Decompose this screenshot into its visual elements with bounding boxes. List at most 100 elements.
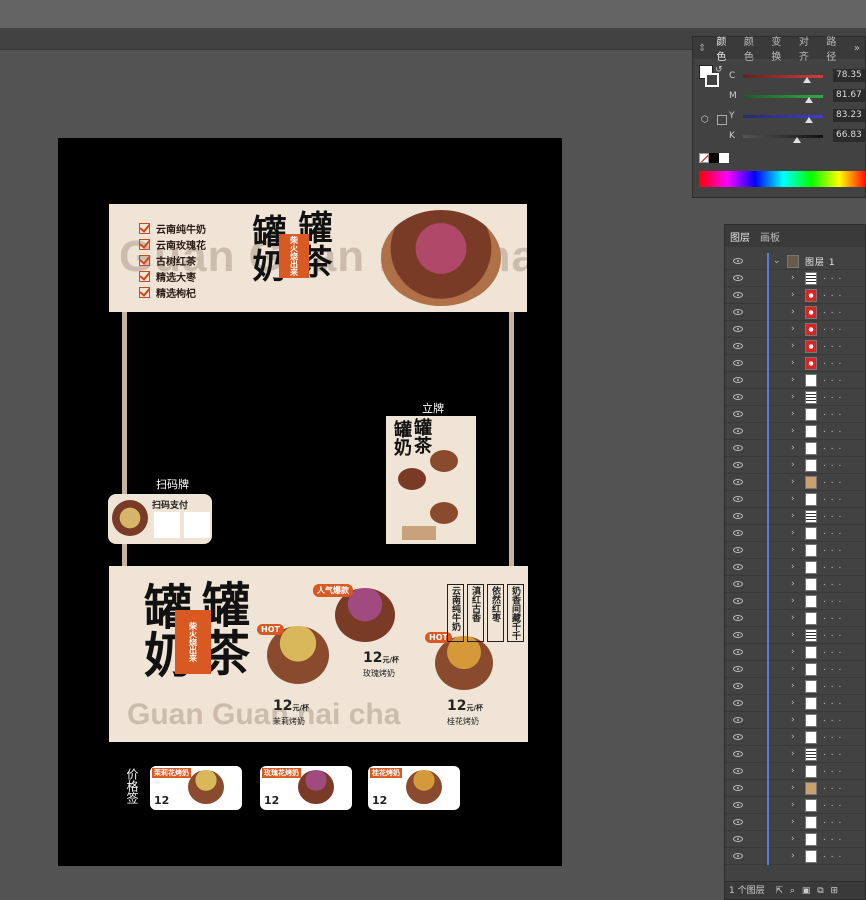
chevron-right-icon[interactable]: › [791, 766, 795, 776]
layer-name-truncated[interactable]: . . . [823, 748, 842, 758]
layer-row-top[interactable]: ⌄ 图层 1 [725, 253, 865, 270]
visibility-eye-icon[interactable] [733, 411, 743, 417]
visibility-eye-icon[interactable] [733, 700, 743, 706]
chevron-right-icon[interactable]: › [791, 817, 795, 827]
visibility-eye-icon[interactable] [733, 615, 743, 621]
chevron-right-icon[interactable]: › [791, 409, 795, 419]
layer-name-truncated[interactable]: . . . [823, 663, 842, 673]
layer-name-truncated[interactable]: . . . [823, 799, 842, 809]
none-swatch[interactable] [699, 153, 709, 163]
counter-front[interactable]: Guan Guan nai cha 罐奶 罐茶 柴火烧出来 HOT 人气爆款 H… [109, 566, 528, 742]
layer-name-truncated[interactable]: . . . [823, 578, 842, 588]
layer-name-truncated[interactable]: . . . [823, 340, 842, 350]
tab-transform[interactable]: 变换 [766, 33, 794, 63]
chevron-right-icon[interactable]: › [791, 562, 795, 572]
slider-track[interactable] [743, 135, 823, 138]
layer-name-truncated[interactable]: . . . [823, 442, 842, 452]
layer-row[interactable]: › . . . [725, 695, 865, 712]
layer-name-truncated[interactable]: . . . [823, 391, 842, 401]
slider-thumb[interactable] [793, 137, 801, 143]
color-panel[interactable]: ⇕ 颜色 颜色 变换 对齐 路径 » ↺ ⬡ C 78.35 M 81.67 Y… [692, 36, 866, 198]
layer-row[interactable]: › . . . [725, 406, 865, 423]
top-banner[interactable]: Guan Guan nai cha 云南纯牛奶 云南玫瑰花 古树红茶 精选大枣 … [109, 204, 527, 312]
visibility-eye-icon[interactable] [733, 479, 743, 485]
visibility-eye-icon[interactable] [733, 802, 743, 808]
visibility-eye-icon[interactable] [733, 377, 743, 383]
chevron-right-icon[interactable]: › [791, 307, 795, 317]
layer-name-truncated[interactable]: . . . [823, 527, 842, 537]
layer-name-truncated[interactable]: . . . [823, 680, 842, 690]
visibility-eye-icon[interactable] [733, 309, 743, 315]
visibility-eye-icon[interactable] [733, 666, 743, 672]
visibility-eye-icon[interactable] [733, 428, 743, 434]
chevron-right-icon[interactable]: › [791, 528, 795, 538]
layer-row[interactable]: › . . . [725, 440, 865, 457]
chevron-right-icon[interactable]: › [791, 834, 795, 844]
visibility-eye-icon[interactable] [733, 768, 743, 774]
layer-row[interactable]: › . . . [725, 559, 865, 576]
black-swatch[interactable] [709, 153, 719, 163]
chevron-right-icon[interactable]: › [791, 341, 795, 351]
visibility-eye-icon[interactable] [733, 462, 743, 468]
chevron-right-icon[interactable]: › [791, 375, 795, 385]
layer-row[interactable]: › . . . [725, 389, 865, 406]
visibility-eye-icon[interactable] [733, 751, 743, 757]
layer-name-truncated[interactable]: . . . [823, 510, 842, 520]
visibility-eye-icon[interactable] [733, 292, 743, 298]
current-color-swatch[interactable] [717, 115, 727, 125]
m-value-field[interactable]: 81.67 [833, 89, 866, 102]
tab-color[interactable]: 颜色 [711, 33, 739, 63]
visibility-eye-icon[interactable] [733, 649, 743, 655]
visibility-eye-icon[interactable] [733, 836, 743, 842]
chevron-right-icon[interactable]: › [791, 290, 795, 300]
layer-name-truncated[interactable]: . . . [823, 425, 842, 435]
white-swatch[interactable] [719, 153, 729, 163]
visibility-eye-icon[interactable] [733, 496, 743, 502]
visibility-eye-icon[interactable] [733, 819, 743, 825]
layer-row[interactable]: › . . . [725, 593, 865, 610]
locate-object-icon[interactable]: ⌕ [790, 886, 795, 896]
tab-artboards[interactable]: 画板 [755, 229, 785, 244]
layer-row[interactable]: › . . . [725, 338, 865, 355]
visibility-eye-icon[interactable] [733, 547, 743, 553]
qr-sign[interactable]: 扫码支付 [108, 494, 212, 544]
new-layer-icon[interactable]: ⊞ [831, 886, 839, 896]
new-sublayer-icon[interactable]: ⧉ [817, 886, 823, 896]
layer-name-truncated[interactable]: . . . [823, 493, 842, 503]
layer-name-truncated[interactable]: . . . [823, 731, 842, 741]
layer-name-truncated[interactable]: . . . [823, 561, 842, 571]
slider-thumb[interactable] [803, 77, 811, 83]
layer-row[interactable]: › . . . [725, 457, 865, 474]
slider-m[interactable]: M 81.67 [729, 89, 866, 103]
layer-name-truncated[interactable]: . . . [823, 714, 842, 724]
panel-more-icon[interactable]: » [849, 43, 865, 54]
layer-row[interactable]: › . . . [725, 372, 865, 389]
export-icon[interactable]: ⇱ [775, 886, 783, 896]
layer-row[interactable]: › . . . [725, 814, 865, 831]
expand-icon[interactable]: ⌄ [773, 256, 781, 266]
layer-row[interactable]: › . . . [725, 610, 865, 627]
layer-row[interactable]: › . . . [725, 848, 865, 865]
layer-name-truncated[interactable]: . . . [823, 408, 842, 418]
chevron-right-icon[interactable]: › [791, 545, 795, 555]
layer-name-truncated[interactable]: . . . [823, 833, 842, 843]
swap-icon[interactable]: ↺ [715, 65, 723, 75]
layer-row[interactable]: › . . . [725, 542, 865, 559]
visibility-eye-icon[interactable] [733, 683, 743, 689]
chevron-right-icon[interactable]: › [791, 511, 795, 521]
chevron-right-icon[interactable]: › [791, 715, 795, 725]
layer-row[interactable]: › . . . [725, 746, 865, 763]
visibility-eye-icon[interactable] [733, 632, 743, 638]
layers-panel[interactable]: 图层 画板 ⌄ 图层 1 › . . . › . . . › . . . › . . . › . . … [724, 224, 866, 900]
tab-layers[interactable]: 图层 [725, 229, 755, 244]
layer-name-truncated[interactable]: . . . [823, 612, 842, 622]
layer-row[interactable]: › . . . [725, 355, 865, 372]
chevron-right-icon[interactable]: › [791, 698, 795, 708]
chevron-right-icon[interactable]: › [791, 273, 795, 283]
chevron-right-icon[interactable]: › [791, 477, 795, 487]
layer-name-truncated[interactable]: . . . [823, 272, 842, 282]
chevron-right-icon[interactable]: › [791, 426, 795, 436]
chevron-right-icon[interactable]: › [791, 324, 795, 334]
layer-row[interactable]: › . . . [725, 423, 865, 440]
layer-row[interactable]: › . . . [725, 576, 865, 593]
